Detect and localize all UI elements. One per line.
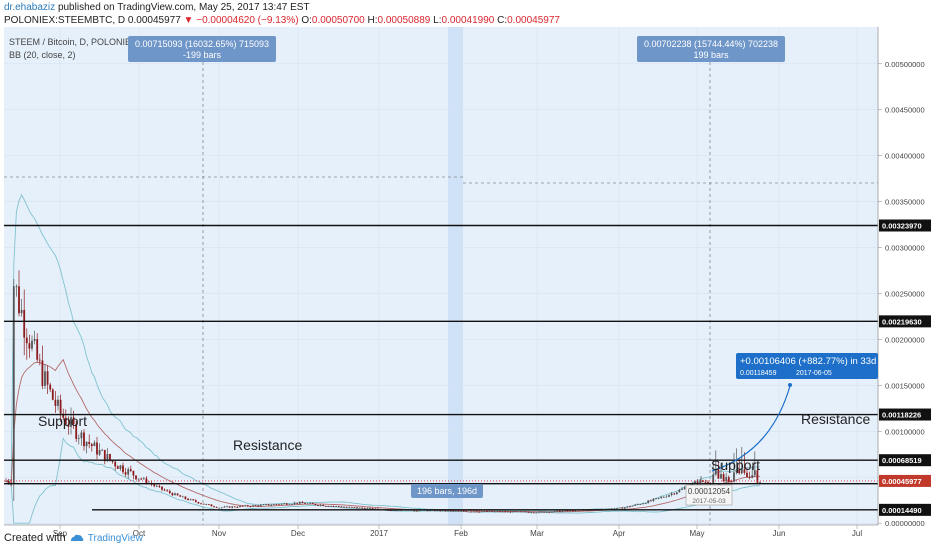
candle xyxy=(475,511,478,513)
legend-title: STEEM / Bitcoin, D, POLONIEX xyxy=(9,37,137,47)
candle xyxy=(556,510,559,512)
x-tick-label: Dec xyxy=(291,529,305,538)
x-tick-label: 2017 xyxy=(370,529,388,538)
created-with-text: Created with xyxy=(4,532,66,544)
y-tick-label: 0.00250000 xyxy=(885,289,925,298)
low-marker-value: 0.00012054 xyxy=(688,487,731,496)
measure-left-label: 0.00715093 (16032.65%) 715093 -199 bars xyxy=(128,36,276,62)
tradingview-brand[interactable]: TradingView xyxy=(88,533,143,544)
x-tick-label: Apr xyxy=(613,529,626,538)
measure-right-label: 0.00702238 (15744.44%) 702238 199 bars xyxy=(637,36,785,62)
x-tick-label: Mar xyxy=(530,529,544,538)
candle xyxy=(353,507,356,508)
level-tag-text: 0.00323970 xyxy=(882,221,922,230)
level-tag-text: 0.00068519 xyxy=(882,456,922,465)
y-tick-label: 0.00000000 xyxy=(885,519,925,528)
range-label: 196 bars, 196d xyxy=(411,484,483,498)
y-tick-label: 0.00300000 xyxy=(885,244,925,253)
footer: Created with TradingView xyxy=(4,532,143,544)
y-tick-label: 0.00500000 xyxy=(885,60,925,69)
x-tick-label: Nov xyxy=(212,529,226,538)
candle xyxy=(473,511,475,513)
y-tick-label: 0.00150000 xyxy=(885,381,925,390)
candle xyxy=(12,278,15,502)
candle xyxy=(202,503,205,505)
measure-right-line2: 199 bars xyxy=(693,50,729,60)
low-marker-date: 2017-05-03 xyxy=(692,498,726,505)
level-tag-text: 0.00219630 xyxy=(882,317,922,326)
price-chart[interactable]: 0.00323970 0.00219630 0.00118226 0.00068519… xyxy=(0,0,932,550)
measure-left-line1: 0.00715093 (16032.65%) 715093 xyxy=(135,39,269,49)
resistance-mid-text: Resistance xyxy=(233,437,302,453)
projection-label: +0.00106406 (+882.77%) in 33d 0.00118459… xyxy=(736,353,878,379)
candle xyxy=(467,511,470,513)
cloud-icon xyxy=(70,534,84,541)
candle xyxy=(519,511,522,513)
projection-line3: 2017-06-05 xyxy=(796,370,832,377)
x-tick-label: Feb xyxy=(454,529,468,538)
candle xyxy=(228,506,231,508)
support-left-text: Support xyxy=(38,413,87,429)
candle xyxy=(532,512,535,514)
support-right-text: Support xyxy=(711,457,760,473)
candle xyxy=(491,511,494,512)
y-tick-label: 0.00200000 xyxy=(885,335,925,344)
y-tick-label: 0.00100000 xyxy=(885,427,925,436)
y-tick-label: 0.00450000 xyxy=(885,106,925,115)
level-tag-text: 0.00118226 xyxy=(882,411,921,420)
x-tick-label: Jul xyxy=(852,529,862,538)
measure-left-line2: -199 bars xyxy=(183,50,222,60)
candle xyxy=(543,511,546,513)
candle xyxy=(548,511,551,513)
range-label-text: 196 bars, 196d xyxy=(417,486,477,496)
y-tick-label: 0.00400000 xyxy=(885,152,925,161)
projection-point xyxy=(788,383,792,387)
candle xyxy=(51,388,54,401)
price-axis[interactable]: 0.00500000 0.00450000 0.00400000 0.00350000… xyxy=(877,27,931,528)
candle xyxy=(350,506,353,508)
candle xyxy=(207,504,210,505)
resistance-right-text: Resistance xyxy=(801,411,870,427)
projection-line2: 0.00118459 xyxy=(740,370,777,377)
projection-line1: +0.00106406 (+882.77%) in 33d xyxy=(740,356,876,367)
current-price-tag-text: 0.00045977 xyxy=(882,477,922,486)
x-tick-label: May xyxy=(689,529,704,538)
plot-area[interactable] xyxy=(4,27,878,525)
candle xyxy=(241,505,244,507)
candle xyxy=(480,511,483,513)
y-tick-label: 0.00350000 xyxy=(885,198,925,207)
candle xyxy=(176,493,179,496)
legend-indicator: BB (20, close, 2) xyxy=(9,50,76,60)
measure-right-line1: 0.00702238 (15744.44%) 702238 xyxy=(644,39,778,49)
x-tick-label: Jun xyxy=(773,529,786,538)
level-tag-text: 0.00014490 xyxy=(882,506,922,515)
candle xyxy=(517,511,520,513)
